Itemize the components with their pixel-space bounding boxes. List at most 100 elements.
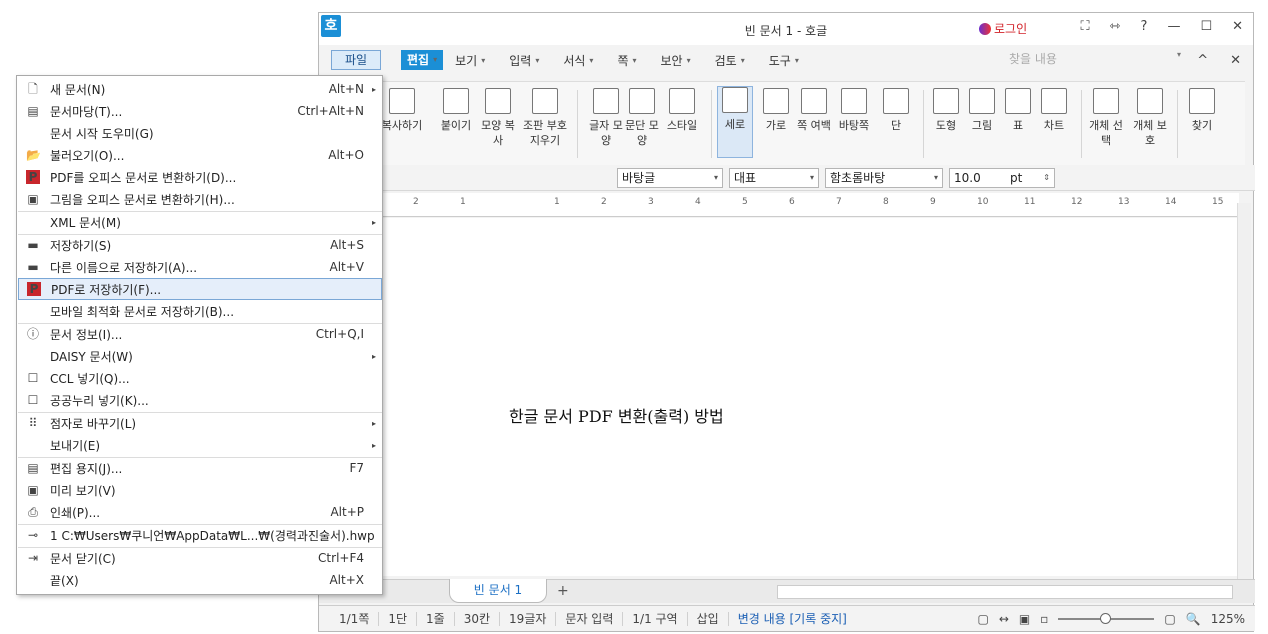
menu-item-send[interactable]: 보내기(E) ▸ [18,434,382,456]
tab-document[interactable]: 빈 문서 1 [449,579,547,603]
portrait-button[interactable]: 세로 [717,86,753,158]
shortcut: Alt+N [328,82,364,96]
menu-item-xml[interactable]: XML 문서(M) ▸ [18,211,382,233]
fullscreen-icon[interactable]: ⛶ [1081,19,1090,34]
select-object-button[interactable]: 개체 선택 [1085,88,1127,148]
zoom-slider-handle[interactable] [1100,613,1112,624]
menu-item-label: 문서 시작 도우미(G) [50,126,154,141]
menu-item-label: 그림을 오피스 문서로 변환하기(H)... [50,192,235,207]
page-margin-button[interactable]: 쪽 여백 [793,88,835,133]
zoom-in-icon[interactable]: ▢ [1164,612,1175,626]
menu-item-open-license[interactable]: ☐ 공공누리 넣기(K)... [18,389,382,411]
protect-object-button[interactable]: 개체 보호 [1129,88,1171,148]
copy-button[interactable]: 복사하기 [381,88,423,133]
menu-security[interactable]: 보안 ▾ [649,52,703,69]
ribbon-label: 문단 모양 [625,119,659,147]
menu-item-close-doc[interactable]: ⇥ 문서 닫기(C) Ctrl+F4 [18,547,382,569]
menu-insert[interactable]: 입력 ▾ [497,52,551,69]
landscape-icon [763,88,789,114]
menu-item-template[interactable]: ▤ 문서마당(T)... Ctrl+Alt+N [18,100,382,122]
status-column: 1단 [379,611,418,626]
menu-page[interactable]: 쪽 ▾ [605,52,648,69]
clear-codes-button[interactable]: 조판 부호 지우기 [521,88,569,148]
divider [923,90,924,158]
columns-button[interactable]: 단 [875,88,917,133]
menu-item-start-wizard[interactable]: 문서 시작 도우미(G) [18,122,382,144]
menu-item-open[interactable]: 📂 불러오기(O)... Alt+O [18,144,382,166]
chevron-down-icon: ▾ [794,55,799,65]
view-page-icon[interactable]: ▢ [978,612,989,626]
maximize-icon[interactable]: ☐ [1200,19,1212,34]
menu-tools[interactable]: 도구 ▾ [757,52,811,69]
master-page-button[interactable]: 바탕쪽 [833,88,875,133]
file-menu-button[interactable]: 파일 [331,50,381,70]
para-shape-button[interactable]: 문단 모양 [621,88,663,148]
edit-menu-button[interactable]: 편집 ▾ [401,50,444,70]
login-button[interactable]: 로그인 [979,20,1027,37]
zoom-slider[interactable] [1058,613,1155,624]
menu-item-new-doc[interactable]: 🗋 새 문서(N) Alt+N ▸ [18,78,382,100]
horizontal-scrollbar[interactable] [777,585,1233,599]
menu-format[interactable]: 서식 ▾ [551,52,605,69]
view-width-icon[interactable]: ↔ [999,612,1009,626]
landscape-button[interactable]: 가로 [755,88,797,133]
status-track-changes[interactable]: 변경 내용 [기록 중지] [729,612,856,626]
zoom-search-icon[interactable]: 🔍 [1186,612,1201,626]
menu-item-preview[interactable]: ▣ 미리 보기(V) [18,479,382,501]
menu-item-doc-info[interactable]: ⓘ 문서 정보(I)... Ctrl+Q,I [18,323,382,345]
ribbon-label: 글자 모양 [589,119,623,147]
ruler-tick: 8 [883,197,889,207]
new-doc-icon: 🗋 [28,82,38,96]
view-full-icon[interactable]: ▣ [1019,612,1030,626]
zoom-value[interactable]: 125% [1211,612,1245,626]
find-button[interactable]: 찾기 [1181,88,1223,133]
vertical-scrollbar[interactable] [1237,203,1251,583]
close-icon[interactable]: ✕ [1232,19,1243,34]
divider [1081,90,1082,158]
ribbon-label: 스타일 [666,119,698,132]
help-icon[interactable]: ? [1141,19,1148,34]
style-button[interactable]: 스타일 [661,88,703,133]
status-insert-mode[interactable]: 삽입 [688,611,729,626]
shortcut: Ctrl+Alt+N [297,104,364,118]
menu-item-save-as[interactable]: ▬ 다른 이름으로 저장하기(A)... Alt+V [18,256,382,278]
collapse-ribbon-icon[interactable]: ^ [1197,53,1208,68]
format-copy-button[interactable]: 모양 복사 [477,88,519,148]
font-value: 함초롬바탕 [830,171,886,185]
menu-item-page-setup[interactable]: ▤ 편집 용지(J)... F7 [18,457,382,479]
picture-icon [969,88,995,114]
menu-item-save-pdf[interactable]: P PDF로 저장하기(F)... [18,278,382,300]
menu-item-recent-file[interactable]: ⊸ 1 C:₩Users₩쿠니언₩AppData₩L...₩(경력과진술서).hw… [18,524,382,546]
resize-icon[interactable]: ⇿ [1110,19,1121,34]
menu-item-save[interactable]: ▬ 저장하기(S) Alt+S [18,234,382,256]
paste-button[interactable]: 붙이기 [435,88,477,133]
menu-item-label: 문서 닫기(C) [50,551,116,566]
menu-item-ccl[interactable]: ☐ CCL 넣기(Q)... [18,367,382,389]
menu-view[interactable]: 보기 ▾ [443,52,497,69]
menu-item-exit[interactable]: 끝(X) Alt+X [18,569,382,591]
search-input[interactable]: 찾을 내용 ▾ [1007,50,1183,70]
add-tab-icon[interactable]: + [557,583,569,599]
chart-button[interactable]: 차트 [1033,88,1075,133]
font-size-input[interactable]: 10.0 pt ⇕ [949,168,1055,188]
menu-item-print[interactable]: ⎙ 인쇄(P)... Alt+P [18,501,382,523]
style-value: 바탕글 [622,171,656,185]
document-page[interactable]: 한글 문서 PDF 변환(출력) 방법 [319,218,1237,576]
close-doc-icon[interactable]: ✕ [1230,53,1241,68]
menu-item-save-mobile[interactable]: 모바일 최적화 문서로 저장하기(B)... [18,300,382,322]
document-text[interactable]: 한글 문서 PDF 변환(출력) 방법 [509,403,724,427]
chevron-down-icon[interactable]: ▾ [1177,50,1181,59]
minimize-icon[interactable]: — [1167,19,1180,34]
open-license-icon: ☐ [27,393,39,407]
font-select[interactable]: 함초롬바탕 ▾ [825,168,943,188]
menu-item-braille[interactable]: ⠿ 점자로 바꾸기(L) ▸ [18,412,382,434]
stepper-icon[interactable]: ⇕ [1043,169,1050,187]
menu-item-image-to-office[interactable]: ▣ 그림을 오피스 문서로 변환하기(H)... [18,188,382,210]
menu-item-daisy[interactable]: DAISY 문서(W) ▸ [18,345,382,367]
language-select[interactable]: 대표 ▾ [729,168,819,188]
menu-review[interactable]: 검토 ▾ [703,52,757,69]
style-select[interactable]: 바탕글 ▾ [617,168,723,188]
menu-item-label: 편집 용지(J)... [50,461,123,476]
zoom-out-icon[interactable]: ▫ [1040,612,1048,626]
menu-item-pdf-to-office[interactable]: P PDF를 오피스 문서로 변환하기(D)... [18,166,382,188]
